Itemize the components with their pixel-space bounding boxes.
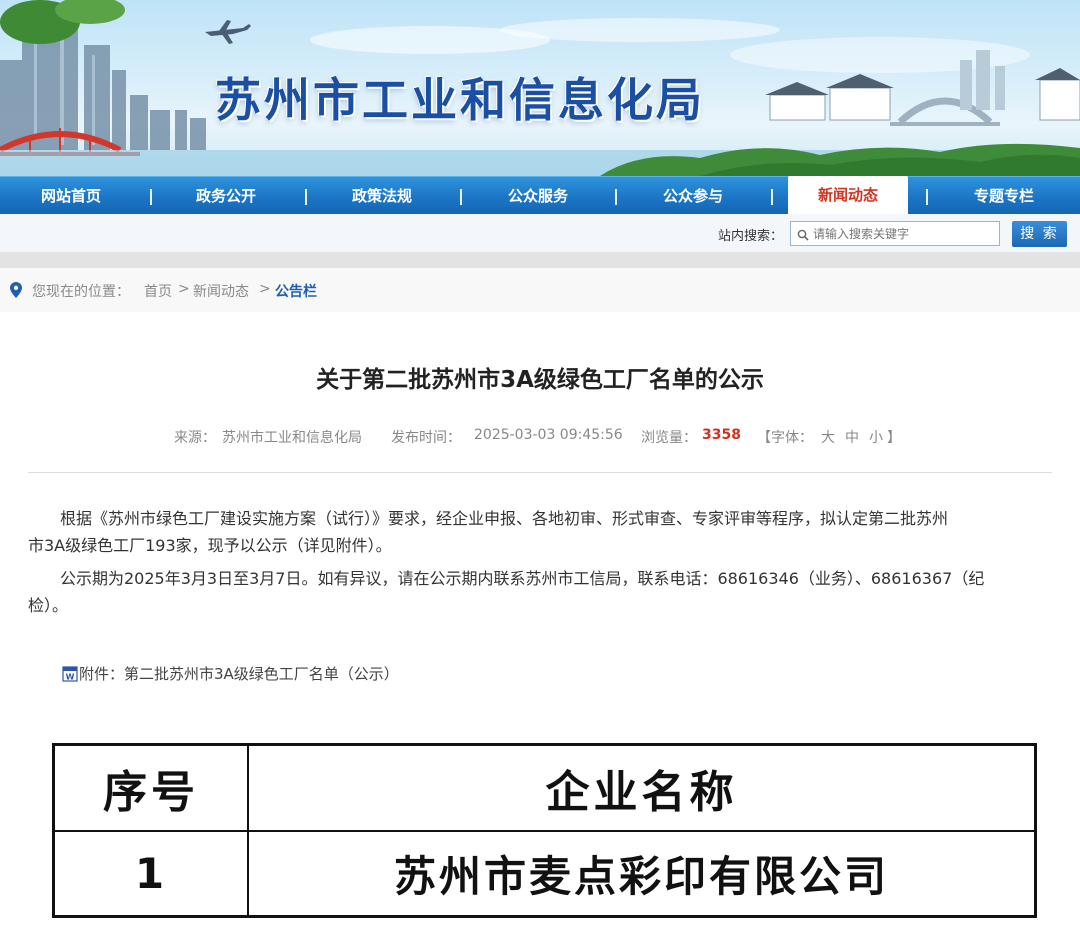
search-input[interactable]	[790, 221, 1000, 246]
publish-time: 2025-03-03 09:45:56	[474, 427, 623, 443]
paragraph-1-line-1: 根据《苏州市绿色工厂建设实施方案（试行）》要求，经企业申报、各地初审、形式审查、…	[60, 509, 949, 528]
site-banner: 苏州市工业和信息化局	[0, 0, 1080, 176]
nav-divider	[926, 189, 928, 205]
font-size-label: 【字体：	[757, 430, 813, 446]
article-title: 关于第二批苏州市3A级绿色工厂名单的公示	[316, 367, 764, 393]
source-label: 来源：	[174, 430, 216, 446]
site-title: 苏州市工业和信息化局	[215, 73, 705, 127]
attachment-text: 附件：第二批苏州市3A级绿色工厂名单（公示）	[79, 665, 399, 683]
breadcrumb: 您现在的位置： 首页 > 新闻动态 > 公告栏	[0, 268, 1080, 312]
table-cell-company: 苏州市麦点彩印有限公司	[393, 852, 889, 901]
nav-divider	[615, 189, 617, 205]
table-header-company: 企业名称	[545, 767, 738, 818]
word-document-icon: W	[62, 666, 78, 686]
paragraph-2-line-1: 公示期为2025年3月3日至3月7日。如有异议，请在公示期内联系苏州市工信局，联…	[60, 569, 985, 588]
svg-text:W: W	[66, 673, 75, 682]
breadcrumb-separator: >	[178, 281, 190, 297]
view-count: 3358	[702, 427, 741, 443]
breadcrumb-prefix: 您现在的位置：	[32, 284, 130, 300]
nav-divider	[460, 189, 462, 205]
nav-item-news[interactable]: 新闻动态	[788, 176, 908, 216]
paragraph-1-line-2: 市3A级绿色工厂193家，现予以公示（详见附件）。	[28, 536, 392, 555]
search-button[interactable]: 搜 索	[1012, 221, 1067, 247]
nav-divider	[150, 189, 152, 205]
font-size-medium[interactable]: 中	[845, 427, 859, 447]
attachment-link[interactable]: W 附件：第二批苏州市3A级绿色工厂名单（公示）	[62, 663, 399, 686]
nav-item-public-service[interactable]: 公众服务	[473, 177, 603, 215]
search-icon	[797, 226, 809, 245]
nav-divider	[771, 189, 773, 205]
publish-time-label: 发布时间：	[391, 430, 461, 446]
breadcrumb-home[interactable]: 首页	[144, 281, 172, 301]
nav-item-home[interactable]: 网站首页	[6, 177, 136, 215]
nav-divider	[305, 189, 307, 205]
table-header-index: 序号	[103, 767, 199, 818]
font-size-large[interactable]: 大	[821, 427, 835, 447]
nav-item-gov-affairs[interactable]: 政务公开	[161, 177, 291, 215]
search-bar: 站内搜索： 搜 索	[0, 214, 1080, 252]
main-nav: 网站首页 政务公开 政策法规 公众服务 公众参与 新闻动态 专题专栏	[0, 176, 1080, 216]
breadcrumb-section[interactable]: 新闻动态	[193, 281, 249, 301]
source-value: 苏州市工业和信息化局	[222, 430, 362, 446]
breadcrumb-separator: >	[259, 281, 271, 297]
table-cell-index: 1	[134, 849, 168, 898]
font-size-close: 】	[887, 430, 901, 446]
views-label: 浏览量：	[641, 430, 697, 446]
divider-strip	[0, 252, 1080, 268]
font-size-small[interactable]: 小	[869, 427, 883, 447]
article-divider	[28, 472, 1052, 473]
nav-item-policy[interactable]: 政策法规	[317, 177, 447, 215]
company-table: 序号 企业名称 1 苏州市麦点彩印有限公司	[52, 743, 1037, 918]
search-label: 站内搜索：	[718, 229, 784, 244]
breadcrumb-current: 公告栏	[275, 284, 317, 300]
paragraph-2-line-2: 检）。	[28, 596, 69, 615]
location-pin-icon	[10, 282, 22, 302]
nav-item-topics[interactable]: 专题专栏	[939, 177, 1069, 215]
nav-item-participation[interactable]: 公众参与	[628, 177, 758, 215]
